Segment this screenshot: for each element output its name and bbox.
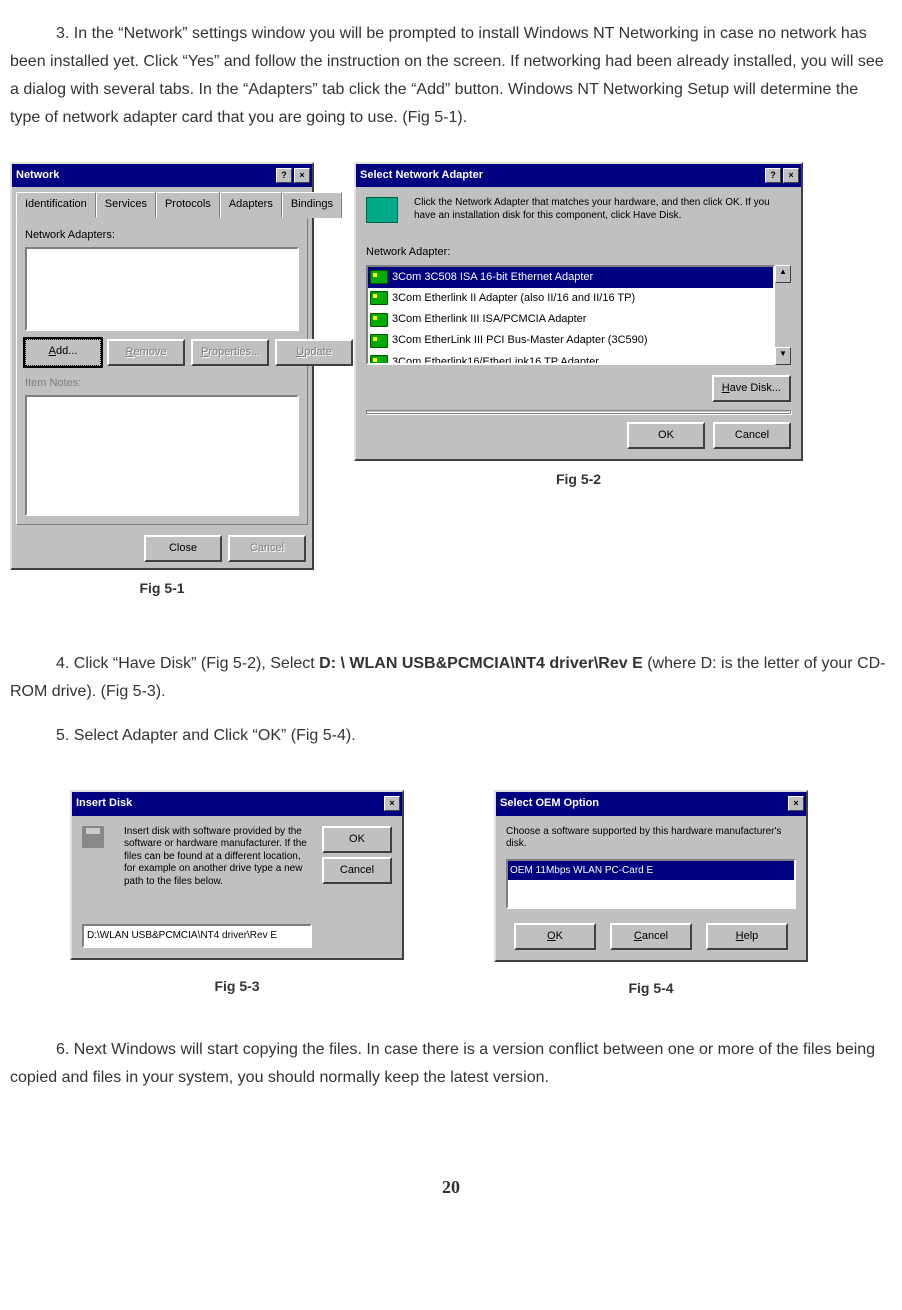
fig53-msg: Insert disk with software provided by th…: [124, 826, 312, 889]
tab-adapters[interactable]: Adapters: [220, 192, 282, 217]
caption-5-2: Fig 5-2: [556, 467, 601, 492]
ok-button[interactable]: OK: [627, 422, 705, 449]
fig51-tabs: Identification Services Protocols Adapte…: [12, 187, 312, 216]
cancel-button[interactable]: Cancel: [228, 535, 306, 562]
fig51-adapters-list[interactable]: [25, 247, 299, 331]
fig51-notes-box: [25, 395, 299, 515]
page-number: 20: [10, 1172, 892, 1204]
fig51-adapters-label: Network Adapters:: [25, 226, 299, 245]
fig52-intro: Click the Network Adapter that matches y…: [414, 197, 791, 223]
scrollbar[interactable]: ▲ ▼: [775, 265, 791, 365]
tab-services[interactable]: Services: [96, 192, 156, 217]
close-icon[interactable]: ×: [788, 796, 804, 811]
nic-icon: [370, 291, 388, 305]
fig52-list-label: Network Adapter:: [366, 243, 791, 262]
remove-button[interactable]: Remove: [107, 339, 185, 366]
para-step-4: 4. Click “Have Disk” (Fig 5-2), Select D…: [10, 650, 892, 706]
figure-5-2: Select Network Adapter ? × Click the Net…: [354, 162, 803, 492]
nic-icon: [370, 355, 388, 364]
list-item[interactable]: 3Com Etherlink16/EtherLink16 TP Adapter: [368, 352, 773, 365]
close-icon[interactable]: ×: [384, 796, 400, 811]
caption-5-4: Fig 5-4: [628, 976, 673, 1001]
figure-5-1: Network ? × Identification Services Prot…: [10, 162, 314, 600]
fig53-title: Insert Disk: [76, 794, 382, 813]
fig51-item-notes-label: Item Notes:: [25, 374, 299, 393]
tab-protocols[interactable]: Protocols: [156, 192, 220, 217]
fig54-title: Select OEM Option: [500, 794, 786, 813]
list-item[interactable]: 3Com Etherlink III ISA/PCMCIA Adapter: [368, 309, 773, 330]
para-step-5: 5. Select Adapter and Click “OK” (Fig 5-…: [10, 722, 892, 750]
add-button[interactable]: Add...: [25, 339, 101, 366]
tab-bindings[interactable]: Bindings: [282, 192, 342, 217]
fig52-title: Select Network Adapter: [360, 166, 763, 185]
fig52-titlebar[interactable]: Select Network Adapter ? ×: [356, 164, 801, 187]
fig53-titlebar[interactable]: Insert Disk ×: [72, 792, 402, 815]
list-item[interactable]: 3Com Etherlink II Adapter (also II/16 an…: [368, 288, 773, 309]
ok-button[interactable]: OK: [514, 923, 596, 950]
fig54-titlebar[interactable]: Select OEM Option ×: [496, 792, 806, 815]
cancel-button[interactable]: Cancel: [610, 923, 692, 950]
fig51-titlebar[interactable]: Network ? ×: [12, 164, 312, 187]
close-icon[interactable]: ×: [294, 168, 310, 183]
nic-icon: [370, 334, 388, 348]
fig54-list[interactable]: OEM 11Mbps WLAN PC-Card E: [506, 859, 796, 909]
figure-5-3: Insert Disk × Insert disk with software …: [70, 790, 404, 998]
list-item[interactable]: OEM 11Mbps WLAN PC-Card E: [508, 861, 794, 881]
list-item[interactable]: 3Com EtherLink III PCI Bus-Master Adapte…: [368, 330, 773, 351]
list-item[interactable]: 3Com 3C508 ISA 16-bit Ethernet Adapter: [368, 267, 773, 288]
cancel-button[interactable]: Cancel: [322, 857, 392, 884]
fig51-title: Network: [16, 166, 274, 185]
help-icon[interactable]: ?: [276, 168, 292, 183]
divider: [366, 410, 791, 414]
figure-row-1: Network ? × Identification Services Prot…: [10, 162, 892, 600]
scroll-down-icon[interactable]: ▼: [775, 347, 791, 365]
help-icon[interactable]: ?: [765, 168, 781, 183]
tab-identification[interactable]: Identification: [16, 192, 96, 217]
have-disk-button[interactable]: Have Disk...: [712, 375, 791, 402]
update-button[interactable]: Update: [275, 339, 353, 366]
para-step-6: 6. Next Windows will start copying the f…: [10, 1036, 892, 1092]
figure-row-2: Insert Disk × Insert disk with software …: [70, 790, 892, 1000]
scroll-up-icon[interactable]: ▲: [775, 265, 791, 283]
ok-button[interactable]: OK: [322, 826, 392, 853]
properties-button[interactable]: Properties...: [191, 339, 269, 366]
nic-icon: [370, 313, 388, 327]
help-button[interactable]: Help: [706, 923, 788, 950]
fig54-msg: Choose a software supported by this hard…: [506, 826, 796, 851]
close-button[interactable]: Close: [144, 535, 222, 562]
figure-5-4: Select OEM Option × Choose a software su…: [494, 790, 808, 1000]
fig52-adapter-list[interactable]: 3Com 3C508 ISA 16-bit Ethernet Adapter 3…: [366, 265, 775, 365]
para-step-3: 3. In the “Network” settings window you …: [10, 20, 892, 132]
close-icon[interactable]: ×: [783, 168, 799, 183]
caption-5-1: Fig 5-1: [139, 576, 184, 601]
adapter-icon: [366, 197, 398, 223]
nic-icon: [370, 270, 388, 284]
path-input[interactable]: D:\WLAN USB&PCMCIA\NT4 driver\Rev E: [82, 924, 312, 948]
cancel-button[interactable]: Cancel: [713, 422, 791, 449]
floppy-icon: [82, 826, 104, 848]
caption-5-3: Fig 5-3: [214, 974, 259, 999]
